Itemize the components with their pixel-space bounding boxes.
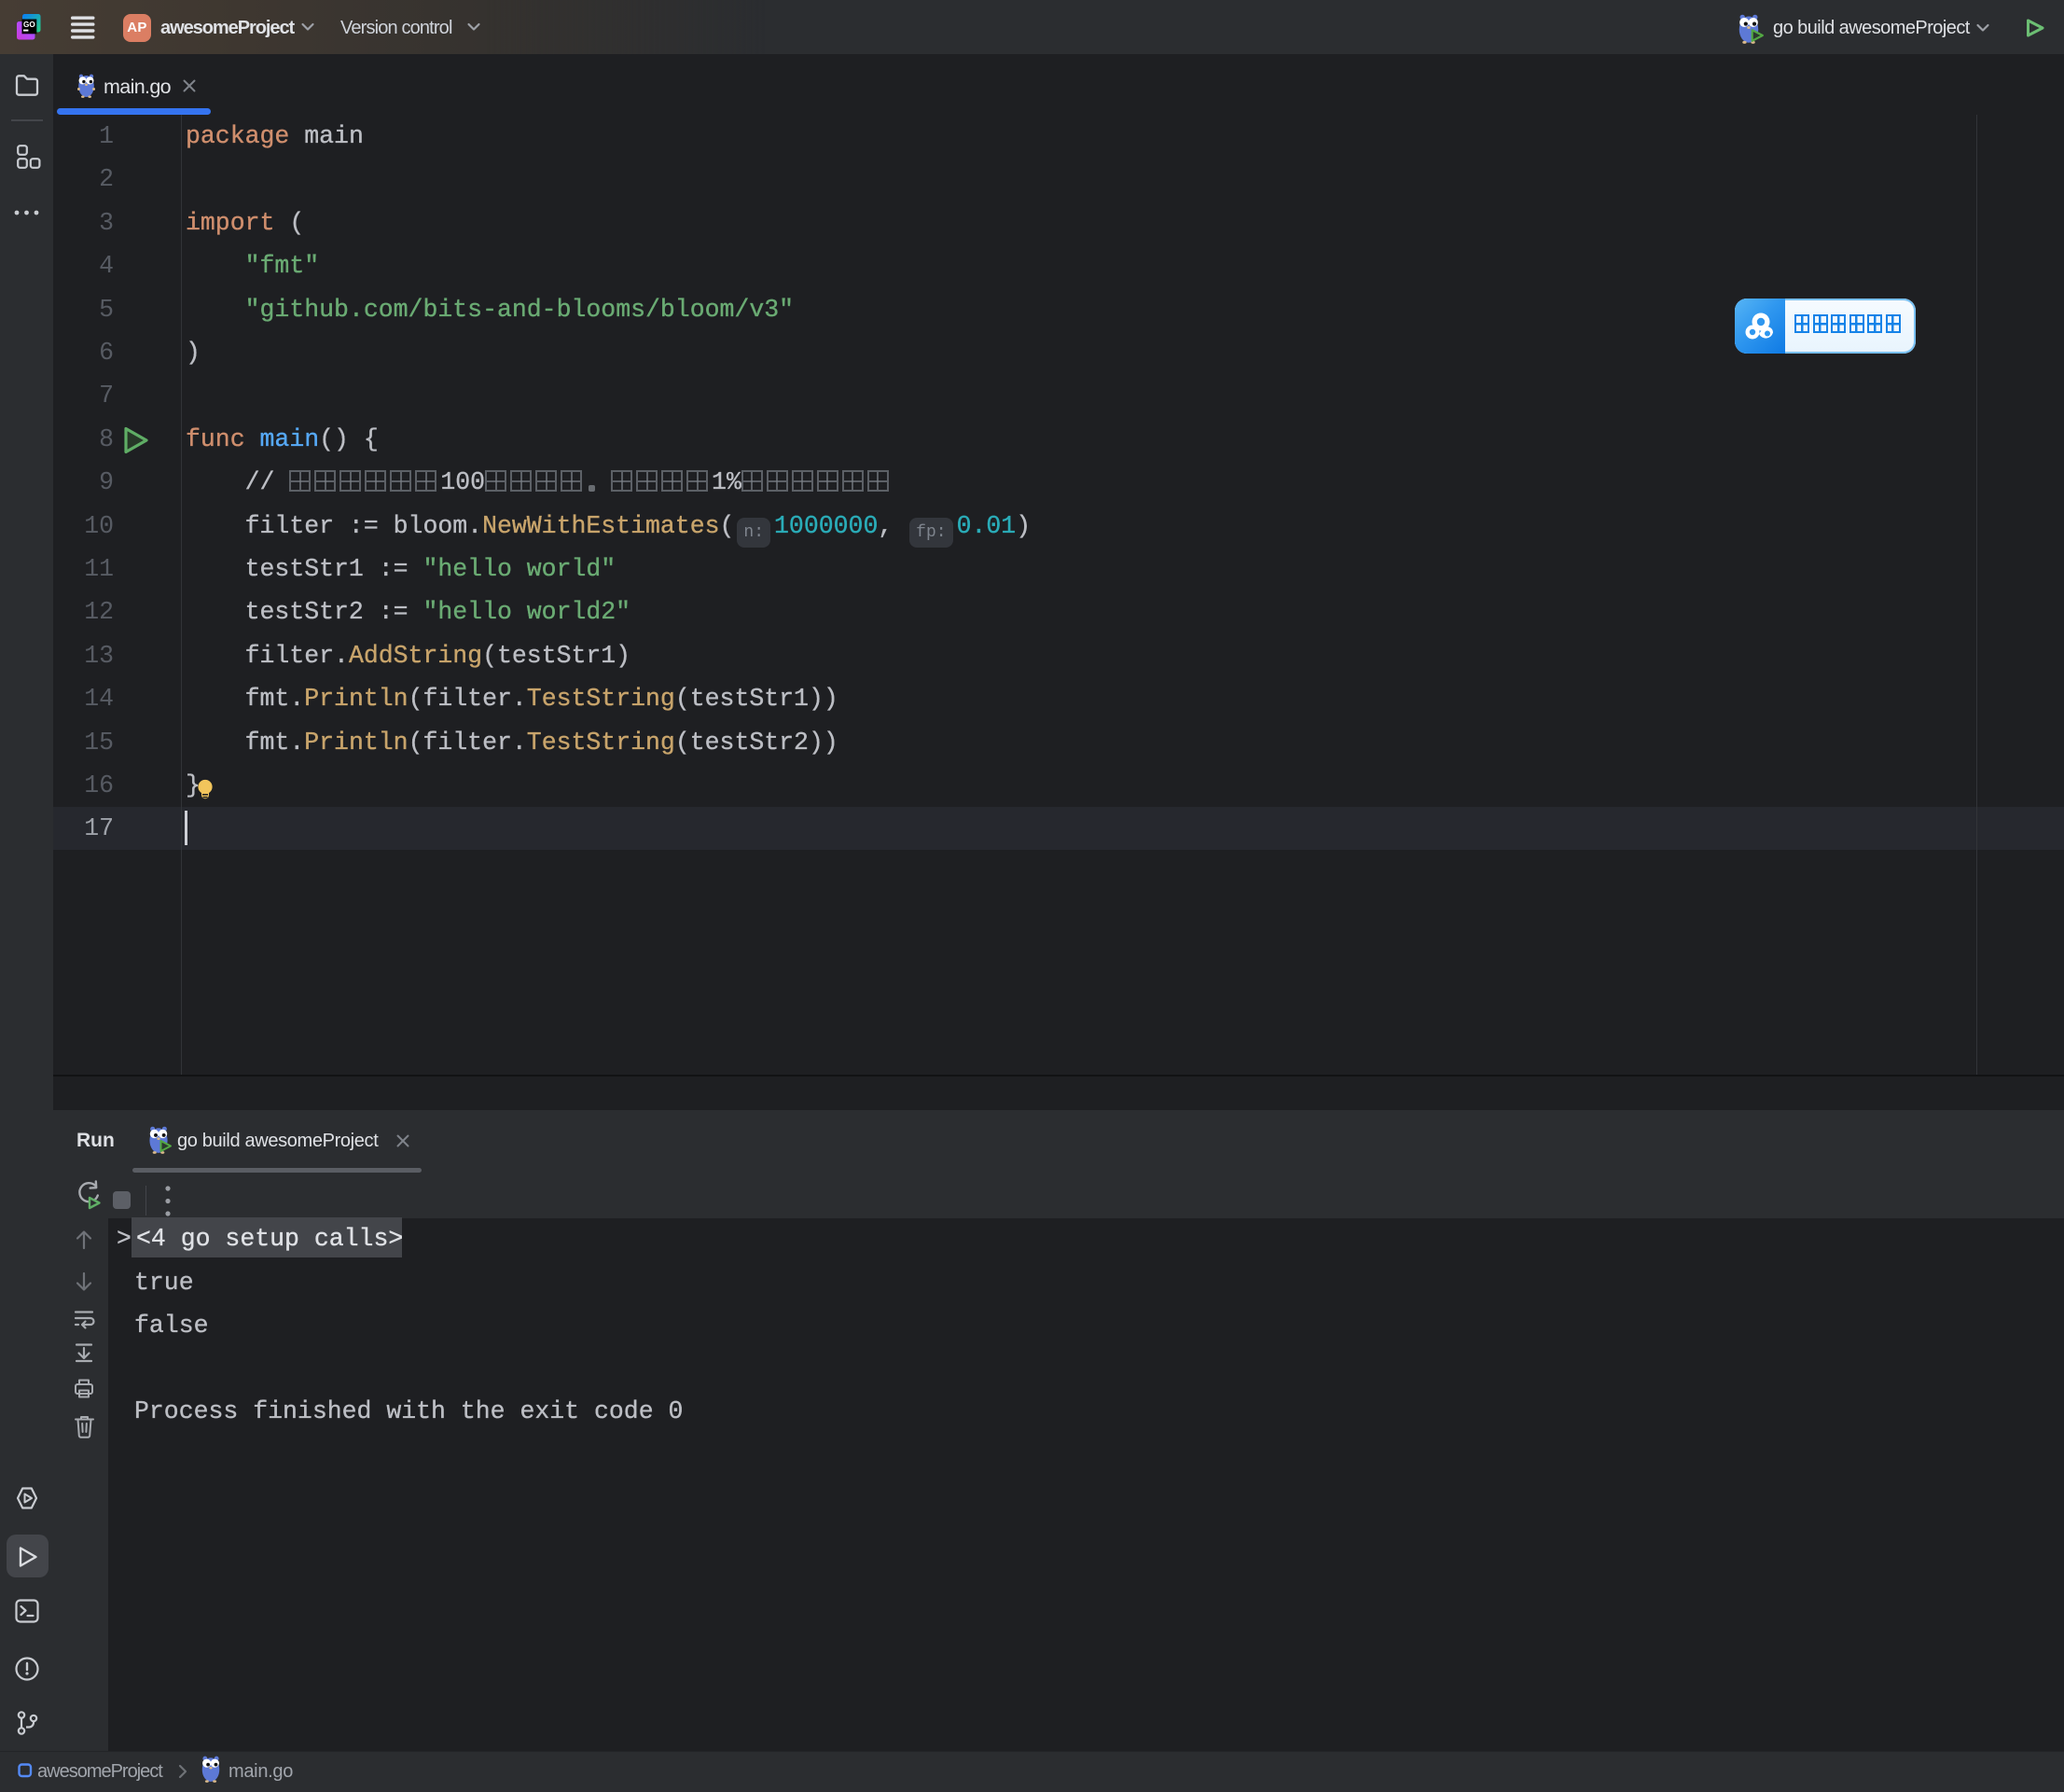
svg-text:GO: GO xyxy=(23,21,35,29)
